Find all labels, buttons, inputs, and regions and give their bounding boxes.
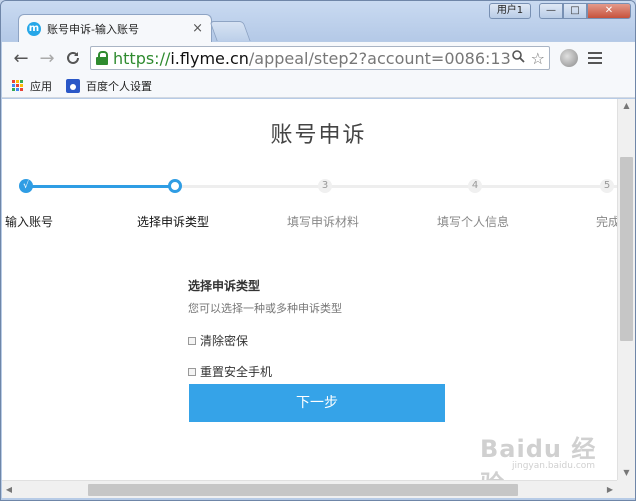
baidu-paw-icon — [66, 78, 80, 93]
step-4-label: 填写个人信息 — [437, 215, 510, 229]
vertical-scroll-thumb[interactable] — [620, 157, 633, 341]
progress-track-remaining — [176, 185, 617, 188]
new-tab-button[interactable] — [209, 21, 251, 41]
reload-button[interactable] — [60, 45, 86, 71]
scroll-down-arrow-icon[interactable]: ▼ — [618, 466, 635, 480]
appeal-type-form: 选择申诉类型 您可以选择一种或多种申诉类型 清除密保 重置安全手机 — [188, 277, 448, 380]
step-3-label: 填写申诉材料 — [287, 215, 360, 229]
menu-icon[interactable] — [588, 52, 602, 64]
horizontal-scrollbar[interactable]: ◀ ▶ — [2, 480, 617, 498]
flyme-favicon-icon: m — [27, 21, 41, 36]
browser-tab[interactable]: m 账号申诉-输入账号 × — [18, 14, 212, 42]
step-4-marker: 4 — [468, 179, 482, 193]
globe-extension-icon[interactable] — [560, 49, 578, 67]
step-5-marker: 5 — [600, 179, 614, 193]
minimize-button[interactable]: — — [539, 3, 563, 19]
option-clear-security[interactable]: 清除密保 — [188, 332, 448, 349]
close-window-button[interactable]: ✕ — [587, 3, 631, 19]
clear-security-checkbox[interactable] — [188, 336, 196, 345]
scrollbar-corner — [617, 480, 635, 498]
step-1-label: 输入账号 — [5, 215, 54, 229]
bookmarks-bar: 应用 百度个人设置 — [2, 74, 635, 98]
user-profile-button[interactable]: 用户1 — [489, 3, 531, 19]
option-reset-phone[interactable]: 重置安全手机 — [188, 363, 448, 380]
step-5-label: 完成 — [596, 215, 617, 229]
address-bar[interactable]: https://i.flyme.cn/appeal/step2?account=… — [90, 46, 550, 70]
url-host: i.flyme.cn — [170, 48, 249, 68]
option-label: 重置安全手机 — [200, 365, 273, 379]
vertical-scrollbar[interactable]: ▲ ▼ — [617, 99, 635, 480]
magnifier-icon — [511, 49, 525, 63]
form-subtitle: 您可以选择一种或多种申诉类型 — [188, 302, 342, 315]
step-2-label: 选择申诉类型 — [137, 215, 210, 229]
baidu-watermark-url: jingyan.baidu.com — [512, 461, 596, 471]
browser-window: m 账号申诉-输入账号 × 用户1 — □ ✕ ← → https://i.fl… — [0, 0, 636, 501]
bookmark-apps[interactable]: 应用 — [30, 78, 52, 94]
apps-icon[interactable] — [12, 79, 24, 92]
horizontal-scroll-thumb[interactable] — [88, 484, 518, 496]
browser-toolbar: ← → https://i.flyme.cn/appeal/step2?acco… — [2, 42, 635, 74]
scroll-up-arrow-icon[interactable]: ▲ — [618, 99, 635, 113]
scroll-left-arrow-icon[interactable]: ◀ — [2, 481, 16, 498]
lock-icon — [95, 51, 109, 65]
tab-close-icon[interactable]: × — [192, 21, 203, 36]
baidu-watermark: Baidu 经验 — [480, 435, 597, 480]
bookmark-baidu-settings[interactable]: 百度个人设置 — [86, 78, 152, 94]
reload-icon — [67, 51, 79, 64]
reset-phone-checkbox[interactable] — [188, 367, 196, 376]
progress-track-done — [26, 185, 176, 188]
page-title: 账号申诉 — [270, 123, 367, 148]
zoom-icon[interactable] — [511, 49, 525, 67]
url-path: /appeal/step2?account=0086:1370677 — [248, 48, 510, 68]
url-scheme: https:// — [113, 48, 171, 68]
tab-title: 账号申诉-输入账号 — [47, 22, 139, 36]
form-title: 选择申诉类型 — [188, 279, 261, 293]
bookmark-star-icon[interactable]: ☆ — [531, 49, 545, 68]
url-text: https://i.flyme.cn/appeal/step2?account=… — [113, 49, 510, 68]
step-2-marker — [168, 179, 182, 193]
step-1-marker: √ — [19, 179, 33, 193]
step-3-marker: 3 — [318, 179, 332, 193]
option-label: 清除密保 — [200, 334, 249, 348]
forward-button[interactable]: → — [34, 45, 60, 71]
page-viewport: 账号申诉 √ 3 4 5 输入账号 选择申诉类型 填写申诉材料 填写个人信息 完… — [2, 99, 617, 480]
title-bar: m 账号申诉-输入账号 × 用户1 — □ ✕ — [1, 1, 635, 42]
back-button[interactable]: ← — [8, 45, 34, 71]
next-step-button[interactable]: 下一步 — [189, 384, 445, 422]
scroll-right-arrow-icon[interactable]: ▶ — [603, 481, 617, 498]
maximize-button[interactable]: □ — [563, 3, 587, 19]
